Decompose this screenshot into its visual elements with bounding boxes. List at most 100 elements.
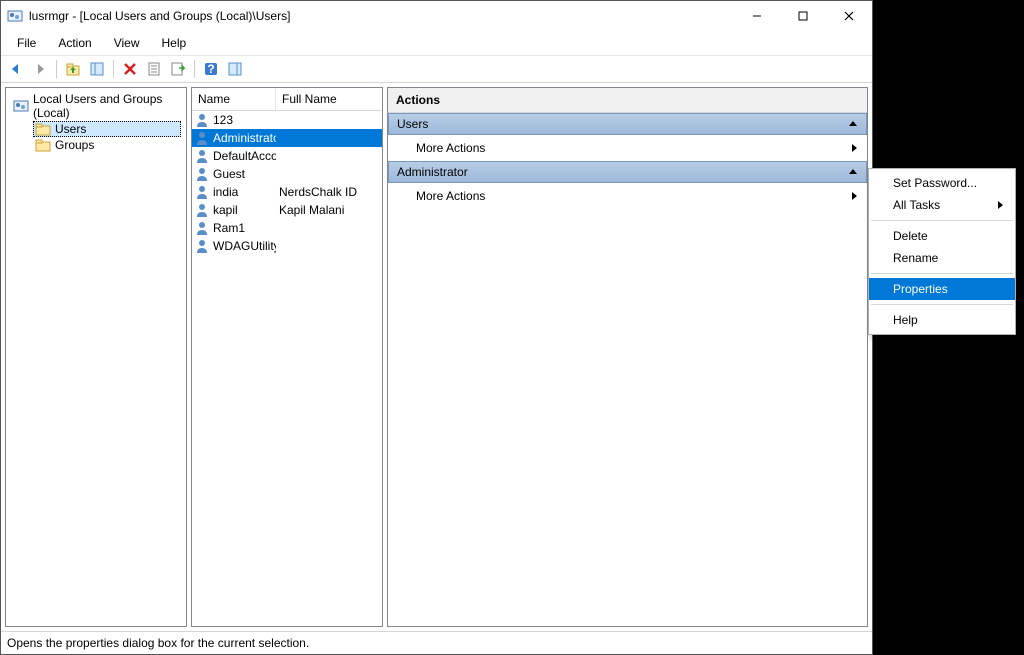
user-row[interactable]: Ram1 xyxy=(192,219,382,237)
tree-node-groups[interactable]: Groups xyxy=(33,137,181,153)
ctx-separator xyxy=(871,220,1013,221)
action-more-admin[interactable]: More Actions xyxy=(388,183,867,209)
action-section-label: Administrator xyxy=(397,165,468,179)
user-row[interactable]: kapil Kapil Malani xyxy=(192,201,382,219)
action-label: More Actions xyxy=(416,189,485,203)
ctx-separator xyxy=(871,304,1013,305)
tree-root-label: Local Users and Groups (Local) xyxy=(33,92,179,120)
user-icon xyxy=(194,202,210,218)
user-name: WDAGUtility... xyxy=(213,239,276,253)
user-icon xyxy=(194,112,210,128)
action-section-administrator[interactable]: Administrator xyxy=(388,161,867,183)
ctx-rename[interactable]: Rename xyxy=(869,247,1015,269)
help-button[interactable]: ? xyxy=(200,58,222,80)
user-icon xyxy=(194,130,210,146)
action-label: More Actions xyxy=(416,141,485,155)
user-icon xyxy=(194,184,210,200)
user-name: kapil xyxy=(213,203,238,217)
ctx-delete[interactable]: Delete xyxy=(869,225,1015,247)
status-bar: Opens the properties dialog box for the … xyxy=(1,631,872,654)
menu-view[interactable]: View xyxy=(104,33,150,53)
properties-button[interactable] xyxy=(143,58,165,80)
show-hide-action-pane-button[interactable] xyxy=(224,58,246,80)
collapse-icon xyxy=(848,167,858,177)
main-window: lusrmgr - [Local Users and Groups (Local… xyxy=(0,0,873,655)
tree-node-users[interactable]: Users xyxy=(33,121,181,137)
user-row[interactable]: Administrator xyxy=(192,129,382,147)
user-icon xyxy=(194,148,210,164)
column-header-fullname[interactable]: Full Name xyxy=(276,88,382,110)
ctx-label: Rename xyxy=(893,251,938,265)
groups-root-icon xyxy=(13,98,29,114)
ctx-label: Set Password... xyxy=(893,176,977,190)
tree-root[interactable]: Local Users and Groups (Local) xyxy=(11,91,181,121)
list-pane: Name Full Name 123 Administrator DefaultAc… xyxy=(191,87,383,627)
user-row[interactable]: Guest xyxy=(192,165,382,183)
user-name: Ram1 xyxy=(213,221,245,235)
collapse-icon xyxy=(848,119,858,129)
user-name: DefaultAcco... xyxy=(213,149,276,163)
chevron-right-icon xyxy=(851,191,859,201)
folder-icon xyxy=(35,122,51,136)
folder-icon xyxy=(35,138,51,152)
menubar: File Action View Help xyxy=(1,31,872,55)
ctx-label: Delete xyxy=(893,229,928,243)
ctx-label: Properties xyxy=(893,282,948,296)
tree-node-label: Groups xyxy=(55,138,94,152)
export-list-button[interactable] xyxy=(167,58,189,80)
user-name: Guest xyxy=(213,167,245,181)
user-icon xyxy=(194,220,210,236)
user-fullname: NerdsChalk ID xyxy=(276,185,382,199)
forward-button[interactable] xyxy=(29,58,51,80)
ctx-set-password[interactable]: Set Password... xyxy=(869,172,1015,194)
ctx-all-tasks[interactable]: All Tasks xyxy=(869,194,1015,216)
user-row[interactable]: DefaultAcco... xyxy=(192,147,382,165)
user-name: Administrator xyxy=(213,131,276,145)
user-row[interactable]: WDAGUtility... xyxy=(192,237,382,255)
close-button[interactable] xyxy=(826,1,872,31)
status-text: Opens the properties dialog box for the … xyxy=(7,636,309,650)
ctx-properties[interactable]: Properties xyxy=(869,278,1015,300)
action-section-users[interactable]: Users xyxy=(388,113,867,135)
action-more-users[interactable]: More Actions xyxy=(388,135,867,161)
actions-header: Actions xyxy=(388,88,867,113)
maximize-button[interactable] xyxy=(780,1,826,31)
svg-text:?: ? xyxy=(207,62,214,76)
tree-node-label: Users xyxy=(55,122,86,136)
chevron-right-icon xyxy=(997,200,1005,210)
actions-pane: Actions Users More Actions Administrator… xyxy=(387,87,868,627)
titlebar: lusrmgr - [Local Users and Groups (Local… xyxy=(1,1,872,31)
menu-file[interactable]: File xyxy=(7,33,46,53)
user-name: india xyxy=(213,185,238,199)
minimize-button[interactable] xyxy=(734,1,780,31)
window-title: lusrmgr - [Local Users and Groups (Local… xyxy=(29,9,290,23)
menu-help[interactable]: Help xyxy=(152,33,197,53)
delete-button[interactable] xyxy=(119,58,141,80)
app-icon xyxy=(7,8,23,24)
back-button[interactable] xyxy=(5,58,27,80)
user-row[interactable]: india NerdsChalk ID xyxy=(192,183,382,201)
toolbar: ? xyxy=(1,55,872,83)
ctx-separator xyxy=(871,273,1013,274)
toolbar-separator xyxy=(113,60,114,78)
up-button[interactable] xyxy=(62,58,84,80)
menu-action[interactable]: Action xyxy=(48,33,101,53)
ctx-label: Help xyxy=(893,313,918,327)
user-fullname: Kapil Malani xyxy=(276,203,382,217)
user-name: 123 xyxy=(213,113,233,127)
user-icon xyxy=(194,166,210,182)
user-icon xyxy=(194,238,210,254)
body-panes: Local Users and Groups (Local) Users Gro… xyxy=(1,83,872,631)
tree-pane: Local Users and Groups (Local) Users Gro… xyxy=(5,87,187,627)
column-header-name[interactable]: Name xyxy=(192,88,276,110)
ctx-help[interactable]: Help xyxy=(869,309,1015,331)
list-body: 123 Administrator DefaultAcco... Guest india… xyxy=(192,111,382,626)
toolbar-separator xyxy=(194,60,195,78)
show-hide-console-tree-button[interactable] xyxy=(86,58,108,80)
context-menu: Set Password... All Tasks Delete Rename … xyxy=(868,168,1016,335)
chevron-right-icon xyxy=(851,143,859,153)
list-header: Name Full Name xyxy=(192,88,382,111)
ctx-label: All Tasks xyxy=(893,198,940,212)
user-row[interactable]: 123 xyxy=(192,111,382,129)
action-section-label: Users xyxy=(397,117,428,131)
